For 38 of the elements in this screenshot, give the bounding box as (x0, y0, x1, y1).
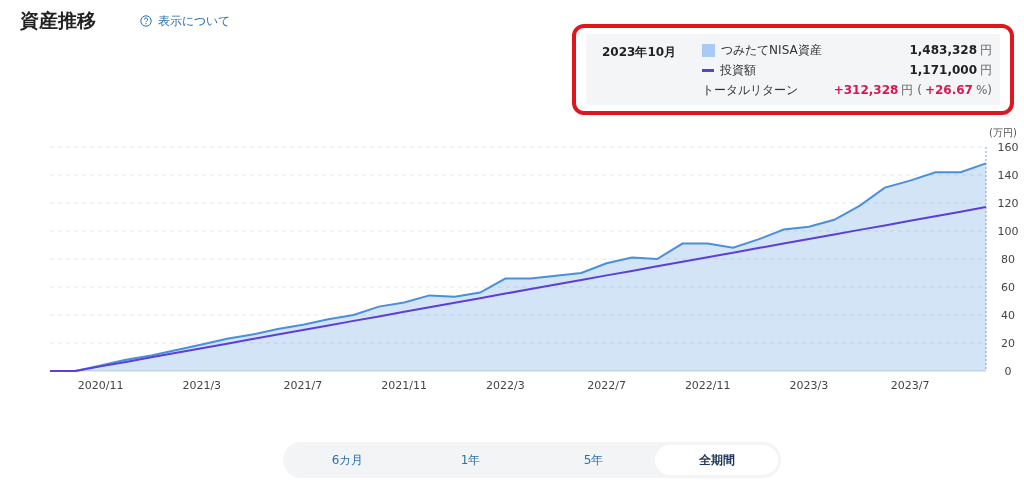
tooltip-value: %) (975, 83, 992, 97)
axis-label: 100 (997, 225, 1019, 238)
axis-label: 2021/11 (381, 379, 427, 392)
range-tab[interactable]: 5年 (532, 445, 655, 475)
axis-label: 40 (1001, 309, 1015, 322)
axis-label: 160 (997, 141, 1019, 154)
axis-label: 2023/3 (789, 379, 829, 392)
axis-label: 2023/7 (890, 379, 930, 392)
tooltip-value: 円 ( (901, 82, 922, 99)
axis-label: 20 (1001, 337, 1015, 350)
axis-label: 80 (1001, 253, 1015, 266)
tooltip-value: 円 (980, 62, 992, 79)
help-link[interactable]: 表示について (140, 12, 230, 30)
tooltip-value: 1,171,000 (909, 63, 977, 77)
axis-label: 2022/11 (684, 379, 731, 392)
tooltip-label: 投資額 (720, 62, 757, 79)
tooltip-value: 円 (980, 42, 992, 59)
axis-label: 2022/7 (587, 379, 626, 392)
tooltip-month: 2023年10月 (602, 44, 677, 61)
tooltip-value: +26.67 (924, 83, 973, 97)
page-title: 資産推移 (20, 8, 96, 33)
axis-label: 2021/3 (182, 379, 222, 392)
unit-label: (万円) (989, 127, 1017, 138)
range-tab[interactable]: 1年 (409, 445, 532, 475)
help-icon (140, 15, 152, 27)
axis-label: 140 (997, 169, 1019, 182)
axis-label: 120 (997, 197, 1019, 210)
axis-label: 2021/7 (283, 379, 323, 392)
axis-label: 2022/3 (486, 379, 525, 392)
axis-label: 60 (1001, 281, 1015, 294)
axis-label: 2020/11 (77, 379, 124, 392)
tooltip-label: つみたてNISA資産 (721, 42, 822, 59)
tooltip-label: トータルリターン (702, 82, 799, 99)
tooltip-value: +312,328 (833, 83, 899, 97)
tooltip-value: 1,483,328 (909, 43, 977, 57)
axis-label: 0 (1004, 365, 1012, 378)
range-tab[interactable]: 6カ月 (286, 445, 409, 475)
range-tab[interactable]: 全期間 (655, 445, 778, 475)
